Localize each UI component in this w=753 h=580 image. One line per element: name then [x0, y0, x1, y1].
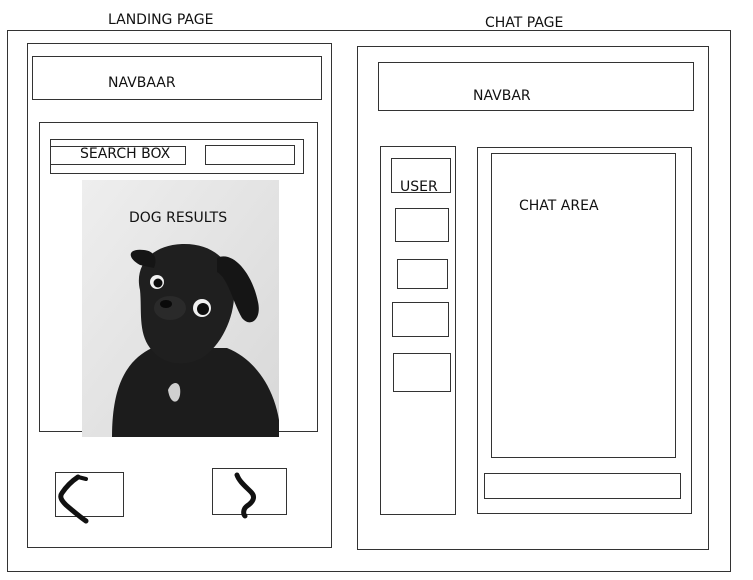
next-button[interactable]	[212, 468, 287, 519]
chat-navbar[interactable]	[378, 62, 694, 111]
landing-navbar-label: NAVBAAR	[108, 75, 176, 91]
chat-area-label: CHAT AREA	[519, 198, 599, 214]
prev-button[interactable]	[55, 472, 124, 524]
chat-page-title: CHAT PAGE	[485, 15, 564, 31]
user-list-item[interactable]	[395, 208, 449, 242]
message-input[interactable]	[484, 473, 681, 499]
chat-navbar-label: NAVBAR	[473, 88, 531, 104]
landing-page-title: LANDING PAGE	[108, 12, 214, 28]
search-box-label: SEARCH BOX	[80, 146, 171, 162]
user-label: USER	[400, 179, 438, 195]
dog-results-label: DOG RESULTS	[129, 210, 228, 226]
user-list-item[interactable]	[397, 259, 448, 289]
user-list-item[interactable]	[393, 353, 451, 392]
landing-navbar[interactable]	[32, 56, 322, 100]
user-list-item[interactable]	[392, 302, 449, 337]
chevron-right-icon	[234, 472, 257, 519]
chevron-left-icon	[58, 474, 89, 524]
search-button[interactable]	[205, 145, 295, 165]
